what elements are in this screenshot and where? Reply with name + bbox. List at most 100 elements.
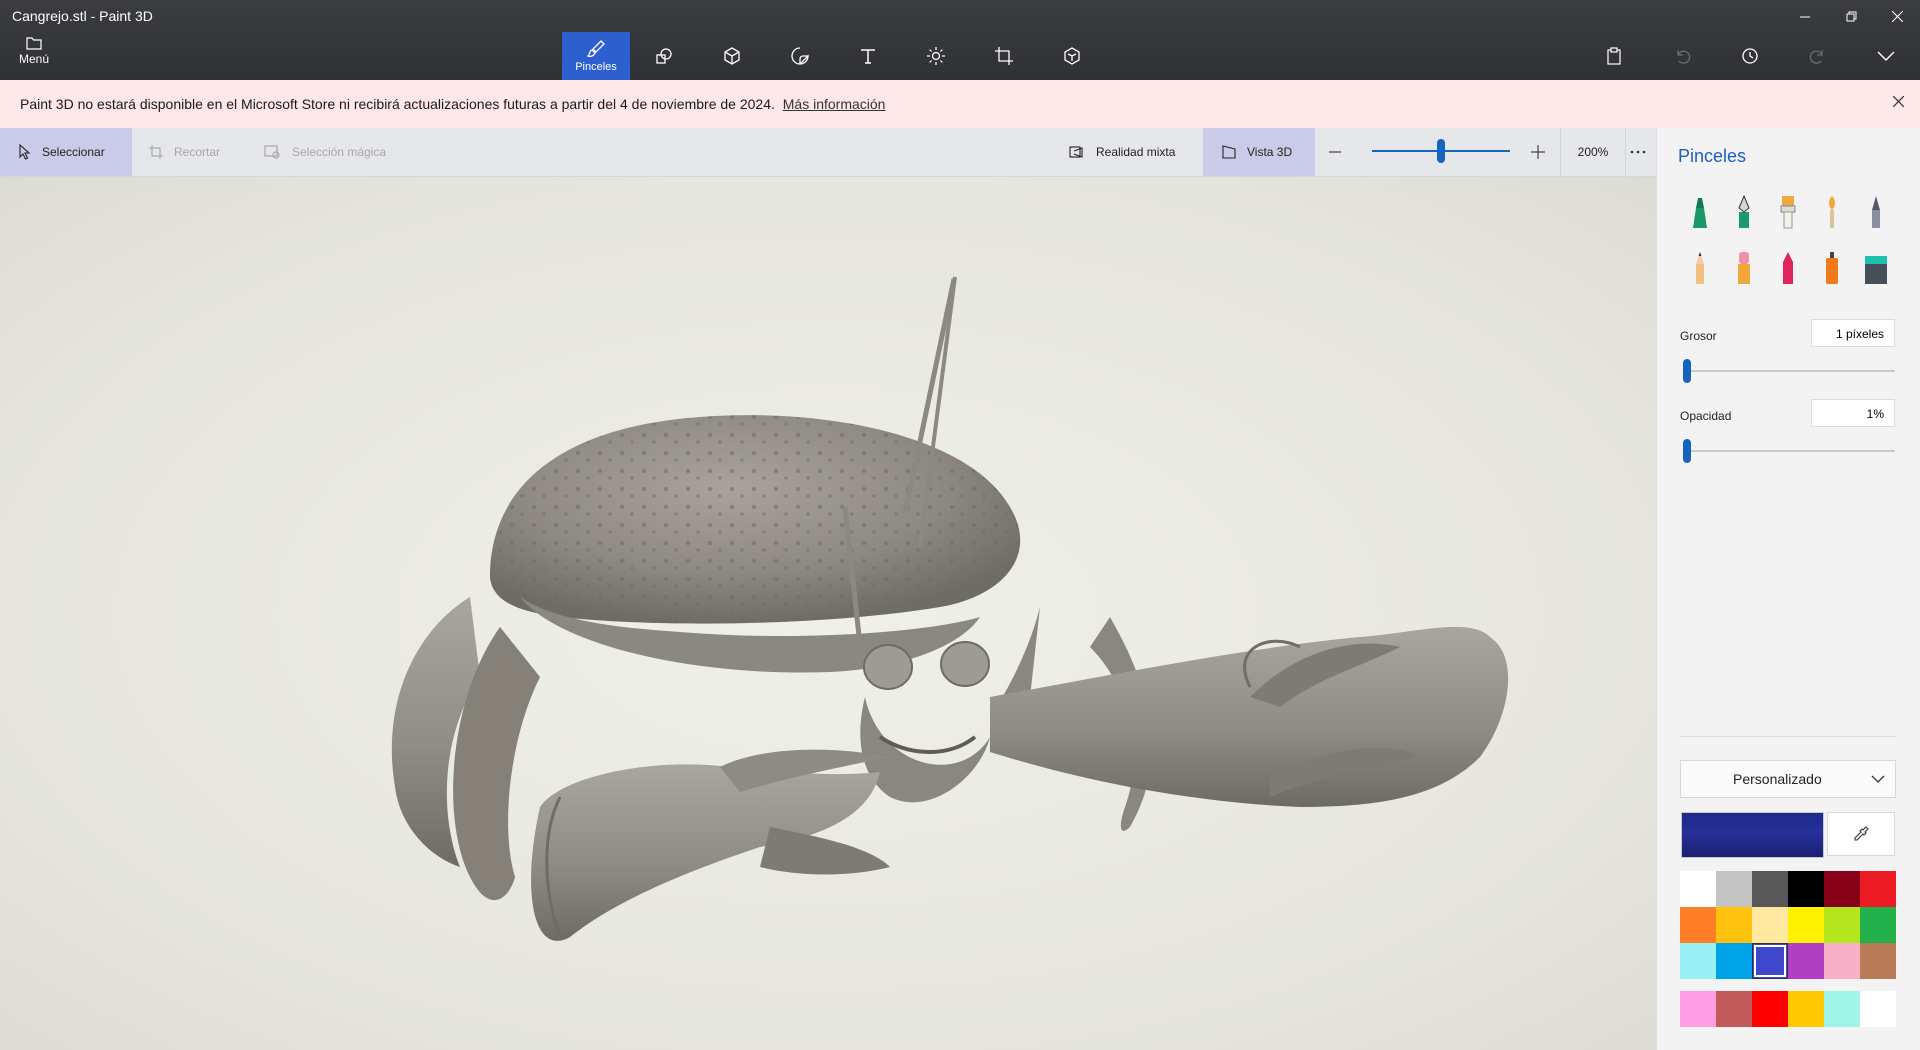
crayon-icon xyxy=(1783,252,1793,284)
current-color-swatch[interactable] xyxy=(1681,812,1824,858)
marker-brush[interactable] xyxy=(1678,190,1722,234)
pixel-pen-brush[interactable] xyxy=(1854,190,1898,234)
custom-color-swatch[interactable] xyxy=(1680,991,1716,1027)
palette-dropdown-label: Personalizado xyxy=(1733,771,1822,787)
color-swatch[interactable] xyxy=(1824,871,1860,907)
calligraphy-pen-icon xyxy=(1738,194,1750,228)
opacity-slider-track[interactable] xyxy=(1683,450,1895,452)
ellipsis-icon xyxy=(1630,150,1646,154)
thickness-slider-thumb[interactable] xyxy=(1683,359,1691,383)
color-swatch[interactable] xyxy=(1788,871,1824,907)
custom-color-swatch[interactable] xyxy=(1788,991,1824,1027)
crayon-brush[interactable] xyxy=(1766,246,1810,290)
paste-button[interactable] xyxy=(1580,36,1648,76)
custom-color-swatch[interactable] xyxy=(1860,991,1896,1027)
select-button[interactable]: Seleccionar xyxy=(0,128,132,176)
watercolor-brush[interactable] xyxy=(1810,190,1854,234)
window-title: Cangrejo.stl - Paint 3D xyxy=(12,8,153,24)
sticker-icon xyxy=(791,47,809,65)
zoom-value: 200% xyxy=(1577,145,1609,159)
text-icon xyxy=(861,49,875,64)
close-icon xyxy=(1891,10,1903,22)
palette-dropdown[interactable]: Personalizado xyxy=(1680,760,1896,798)
thickness-slider-track[interactable] xyxy=(1683,370,1895,372)
color-swatch[interactable] xyxy=(1860,943,1896,979)
color-swatch[interactable] xyxy=(1860,871,1896,907)
zoom-slider-thumb[interactable] xyxy=(1437,139,1445,163)
more-options-button[interactable] xyxy=(1616,128,1660,176)
crab-3d-model[interactable] xyxy=(0,177,1656,1050)
color-swatch[interactable] xyxy=(1680,871,1716,907)
thickness-label: Grosor xyxy=(1680,329,1717,343)
custom-color-swatch[interactable] xyxy=(1752,991,1788,1027)
color-swatch[interactable] xyxy=(1788,943,1824,979)
opacity-label: Opacidad xyxy=(1680,409,1732,423)
color-swatch[interactable] xyxy=(1824,907,1860,943)
color-swatch[interactable] xyxy=(1824,943,1860,979)
more-info-link[interactable]: Más información xyxy=(783,96,886,112)
spray-can-brush[interactable] xyxy=(1810,246,1854,290)
crop-button[interactable]: Recortar xyxy=(130,128,238,176)
color-swatch[interactable] xyxy=(1716,907,1752,943)
paint-bucket-icon xyxy=(1865,256,1887,284)
eyedropper-icon xyxy=(1854,826,1869,841)
fill-brush[interactable] xyxy=(1854,246,1898,290)
tool-3d-library[interactable] xyxy=(1038,32,1106,80)
banner-text: Paint 3D no estará disponible en el Micr… xyxy=(20,96,775,112)
spray-can-icon xyxy=(1826,252,1838,284)
color-swatch[interactable] xyxy=(1716,871,1752,907)
history-button[interactable] xyxy=(1716,36,1784,76)
crop-icon xyxy=(149,145,163,159)
thickness-input[interactable]: 1 píxeles xyxy=(1811,319,1895,347)
magic-select-icon xyxy=(264,145,280,159)
tool-2d-shapes[interactable] xyxy=(630,32,698,80)
color-swatch[interactable] xyxy=(1680,907,1716,943)
magic-select-button[interactable]: Selección mágica xyxy=(246,128,404,176)
color-swatch[interactable] xyxy=(1716,943,1752,979)
eraser-icon xyxy=(1738,252,1750,284)
pencil-brush[interactable] xyxy=(1678,246,1722,290)
eyedropper-button[interactable] xyxy=(1827,812,1895,856)
color-swatch[interactable] xyxy=(1752,871,1788,907)
pencil-icon xyxy=(1696,252,1704,284)
minimize-button[interactable] xyxy=(1782,0,1828,32)
close-button[interactable] xyxy=(1874,0,1920,32)
undo-button[interactable] xyxy=(1648,36,1716,76)
tool-effects[interactable] xyxy=(902,32,970,80)
view-3d-icon xyxy=(1222,145,1236,159)
tool-brushes[interactable]: Pinceles xyxy=(562,32,630,80)
menu-button[interactable]: Menú xyxy=(10,36,58,76)
restore-button[interactable] xyxy=(1828,0,1874,32)
zoom-out-button[interactable] xyxy=(1322,128,1348,176)
color-swatch[interactable] xyxy=(1680,943,1716,979)
custom-color-swatch[interactable] xyxy=(1716,991,1752,1027)
select-label: Seleccionar xyxy=(42,145,105,159)
tool-text[interactable] xyxy=(834,32,902,80)
restore-icon xyxy=(1846,11,1856,21)
color-swatch[interactable] xyxy=(1752,943,1788,979)
brush-grid xyxy=(1678,190,1898,290)
redo-button[interactable] xyxy=(1784,36,1852,76)
opacity-input[interactable]: 1% xyxy=(1811,399,1895,427)
zoom-in-button[interactable] xyxy=(1524,128,1552,176)
color-swatch[interactable] xyxy=(1788,907,1824,943)
eraser-brush[interactable] xyxy=(1722,246,1766,290)
color-swatch[interactable] xyxy=(1860,907,1896,943)
crop-label: Recortar xyxy=(174,145,221,159)
view-3d-button[interactable]: Vista 3D xyxy=(1203,128,1315,176)
calligraphy-pen-brush[interactable] xyxy=(1722,190,1766,234)
banner-close-button[interactable] xyxy=(1892,94,1905,112)
color-palette xyxy=(1680,871,1896,979)
title-bar: Cangrejo.stl - Paint 3D Menú Pinceles xyxy=(0,0,1920,80)
opacity-slider-thumb[interactable] xyxy=(1683,439,1691,463)
tool-canvas[interactable] xyxy=(970,32,1038,80)
drawing-canvas[interactable] xyxy=(0,177,1656,1050)
custom-color-swatch[interactable] xyxy=(1824,991,1860,1027)
color-swatch[interactable] xyxy=(1752,907,1788,943)
expand-button[interactable] xyxy=(1852,36,1920,76)
mixed-reality-button[interactable]: Realidad mixta xyxy=(1050,128,1193,176)
marker-icon xyxy=(1693,198,1707,228)
oil-brush[interactable] xyxy=(1766,190,1810,234)
tool-3d-shapes[interactable] xyxy=(698,32,766,80)
tool-stickers[interactable] xyxy=(766,32,834,80)
